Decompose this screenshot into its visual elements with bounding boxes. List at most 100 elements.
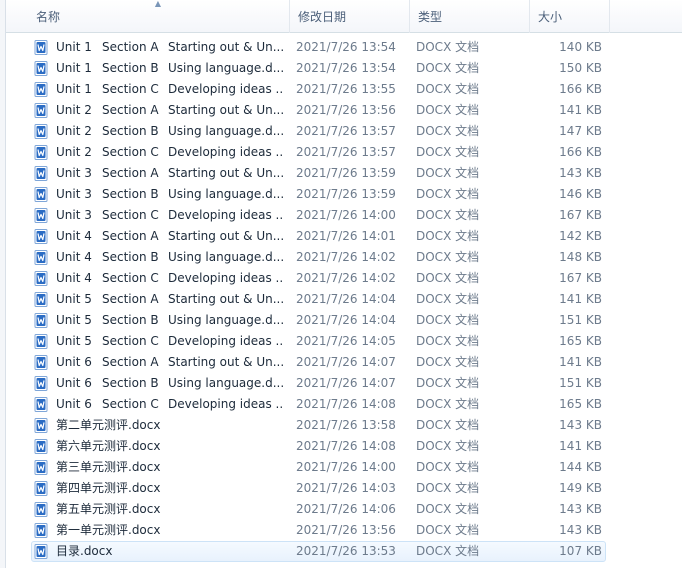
file-row[interactable]: Unit 3 Section C Developing ideas ... 2021/… <box>6 205 682 226</box>
file-type: DOCX 文档 <box>416 271 480 285</box>
file-type: DOCX 文档 <box>416 145 480 159</box>
file-name-title: 第五单元测评.docx <box>56 502 161 516</box>
file-type: DOCX 文档 <box>416 40 480 54</box>
file-name-title: Using language.d... <box>168 376 284 390</box>
column-header-type[interactable]: 类型 <box>410 0 530 33</box>
file-name-section: Section C <box>102 397 159 411</box>
file-size: 141 KB <box>559 439 602 453</box>
file-type: DOCX 文档 <box>416 355 480 369</box>
file-name-title: 第三单元测评.docx <box>56 460 161 474</box>
file-row[interactable]: Unit 4 Section B Using language.d... 2021/7… <box>6 247 682 268</box>
file-name-title: 第一单元测评.docx <box>56 523 161 537</box>
file-name: Unit 4 Section C Developing ideas ... <box>56 268 288 289</box>
file-name: Unit 3 Section C Developing ideas ... <box>56 205 288 226</box>
file-name-title: Developing ideas ... <box>168 334 284 348</box>
file-name: Unit 2 Section A Starting out & Un... <box>56 100 288 121</box>
file-date-modified: 2021/7/26 14:00 <box>296 208 396 222</box>
file-name: Unit 3 Section A Starting out & Un... <box>56 163 288 184</box>
file-name-title: Developing ideas ... <box>168 208 284 222</box>
file-name: Unit 1 Section B Using language.d... <box>56 58 288 79</box>
word-document-icon <box>34 145 48 160</box>
word-document-icon <box>34 187 48 202</box>
file-date-modified: 2021/7/26 13:54 <box>296 61 396 75</box>
file-name-unit: Unit 1 <box>56 82 92 96</box>
word-document-icon <box>34 271 48 286</box>
file-date-modified: 2021/7/26 14:04 <box>296 313 396 327</box>
file-name-unit: Unit 4 <box>56 271 92 285</box>
word-document-icon <box>34 313 48 328</box>
file-type: DOCX 文档 <box>416 397 480 411</box>
file-name: Unit 6 Section A Starting out & Un... <box>56 352 288 373</box>
file-name-unit: Unit 2 <box>56 103 92 117</box>
file-date-modified: 2021/7/26 13:58 <box>296 418 396 432</box>
file-date-modified: 2021/7/26 13:53 <box>296 544 396 558</box>
file-name: Unit 5 Section C Developing ideas ... <box>56 331 288 352</box>
file-name: 第三单元测评.docx <box>56 457 288 478</box>
file-type: DOCX 文档 <box>416 292 480 306</box>
file-row[interactable]: Unit 3 Section A Starting out & Un... 2021/… <box>6 163 682 184</box>
file-row[interactable]: Unit 4 Section A Starting out & Un... 2021/… <box>6 226 682 247</box>
file-size: 166 KB <box>559 145 602 159</box>
file-size: 141 KB <box>559 103 602 117</box>
file-type: DOCX 文档 <box>416 208 480 222</box>
file-date-modified: 2021/7/26 13:57 <box>296 124 396 138</box>
file-size: 165 KB <box>559 334 602 348</box>
file-name-unit: Unit 5 <box>56 334 92 348</box>
file-row[interactable]: Unit 4 Section C Developing ideas ... 2021/… <box>6 268 682 289</box>
file-type: DOCX 文档 <box>416 523 480 537</box>
file-row[interactable]: Unit 5 Section C Developing ideas ... 2021/… <box>6 331 682 352</box>
file-name-section: Section A <box>102 166 159 180</box>
file-row[interactable]: Unit 6 Section C Developing ideas ... 2021/… <box>6 394 682 415</box>
file-row[interactable]: Unit 6 Section B Using language.d... 2021/7… <box>6 373 682 394</box>
file-type: DOCX 文档 <box>416 82 480 96</box>
file-row[interactable]: 第四单元测评.docx 2021/7/26 14:03 DOCX 文档 149 KB <box>6 478 682 499</box>
file-type: DOCX 文档 <box>416 250 480 264</box>
column-header-date-modified[interactable]: 修改日期 <box>290 0 410 33</box>
file-row[interactable]: Unit 1 Section B Using language.d... 2021/7… <box>6 58 682 79</box>
file-row[interactable]: Unit 2 Section A Starting out & Un... 2021/… <box>6 100 682 121</box>
file-date-modified: 2021/7/26 14:01 <box>296 229 396 243</box>
file-size: 167 KB <box>559 208 602 222</box>
file-name: 第四单元测评.docx <box>56 478 288 499</box>
file-name-unit: Unit 5 <box>56 292 92 306</box>
file-name: Unit 1 Section A Starting out & Un... <box>56 37 288 58</box>
file-row[interactable]: Unit 5 Section B Using language.d... 2021/7… <box>6 310 682 331</box>
file-row[interactable]: 第一单元测评.docx 2021/7/26 13:56 DOCX 文档 143 KB <box>6 520 682 541</box>
file-size: 141 KB <box>559 355 602 369</box>
file-type: DOCX 文档 <box>416 376 480 390</box>
word-document-icon <box>34 61 48 76</box>
file-row[interactable]: 第三单元测评.docx 2021/7/26 14:00 DOCX 文档 144 KB <box>6 457 682 478</box>
file-size: 141 KB <box>559 292 602 306</box>
column-header-size[interactable]: 大小 <box>530 0 610 33</box>
file-name-section: Section B <box>102 313 159 327</box>
file-row[interactable]: Unit 1 Section C Developing ideas ... 2021/… <box>6 79 682 100</box>
file-row[interactable]: 目录.docx 2021/7/26 13:53 DOCX 文档 107 KB <box>6 541 682 562</box>
file-row[interactable]: Unit 1 Section A Starting out & Un... 2021/… <box>6 37 682 58</box>
word-document-icon <box>34 544 48 559</box>
file-name-unit: Unit 1 <box>56 61 92 75</box>
file-date-modified: 2021/7/26 13:55 <box>296 82 396 96</box>
file-date-modified: 2021/7/26 13:59 <box>296 166 396 180</box>
file-row[interactable]: Unit 3 Section B Using language.d... 2021/7… <box>6 184 682 205</box>
word-document-icon <box>34 418 48 433</box>
file-name: 目录.docx <box>56 541 288 562</box>
file-name-section: Section C <box>102 145 159 159</box>
file-row[interactable]: Unit 2 Section C Developing ideas ... 2021/… <box>6 142 682 163</box>
file-row[interactable]: 第二单元测评.docx 2021/7/26 13:58 DOCX 文档 143 KB <box>6 415 682 436</box>
file-type: DOCX 文档 <box>416 313 480 327</box>
file-date-modified: 2021/7/26 14:03 <box>296 481 396 495</box>
file-row[interactable]: Unit 2 Section B Using language.d... 2021/7… <box>6 121 682 142</box>
file-type: DOCX 文档 <box>416 166 480 180</box>
file-size: 140 KB <box>559 40 602 54</box>
file-date-modified: 2021/7/26 13:59 <box>296 187 396 201</box>
file-size: 143 KB <box>559 166 602 180</box>
file-row[interactable]: Unit 6 Section A Starting out & Un... 2021/… <box>6 352 682 373</box>
file-row[interactable]: 第六单元测评.docx 2021/7/26 14:08 DOCX 文档 141 KB <box>6 436 682 457</box>
file-name-unit: Unit 3 <box>56 187 92 201</box>
file-name-unit: Unit 4 <box>56 229 92 243</box>
file-size: 149 KB <box>559 481 602 495</box>
file-row[interactable]: 第五单元测评.docx 2021/7/26 14:06 DOCX 文档 143 KB <box>6 499 682 520</box>
file-type: DOCX 文档 <box>416 124 480 138</box>
file-name-title: 第六单元测评.docx <box>56 439 161 453</box>
file-row[interactable]: Unit 5 Section A Starting out & Un... 2021/… <box>6 289 682 310</box>
